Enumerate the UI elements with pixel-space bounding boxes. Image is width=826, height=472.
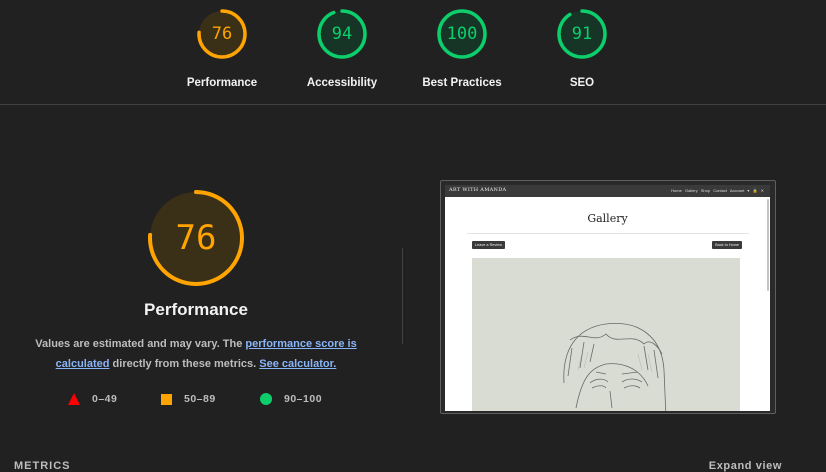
desc-text: directly from these metrics. [109,358,260,370]
square-icon [161,393,172,405]
expand-view-button[interactable]: Expand view [709,460,782,472]
sketch-drawing [563,322,667,411]
gauge-label: SEO [569,77,595,89]
screenshot-brand: ART WITH AMANDA [449,187,507,193]
legend-average: 50–89 [161,393,216,405]
screenshot-divider [467,233,749,234]
metrics-heading: METRICS [14,460,71,472]
gauge-score: 94 [331,24,353,44]
screenshot-back-home-button: Back to Home [712,241,742,249]
gauge-label: Performance [186,77,258,89]
page-screenshot-thumbnail[interactable]: ART WITH AMANDA Home Gallery Shop Contac… [440,180,776,414]
vertical-divider [402,248,403,344]
performance-main-gauge: 76 [146,188,246,288]
circle-icon [260,393,272,406]
gauge-score: 76 [211,24,233,44]
pencil-drawing-image [472,258,740,411]
gauge-label: Accessibility [306,77,378,89]
legend-average-label: 50–89 [184,393,216,406]
gauge-score: 100 [446,24,478,44]
gauge-seo[interactable]: 91 SEO [542,8,622,89]
desc-text: Values are estimated and may vary. The [35,338,246,350]
screenshot-page: ART WITH AMANDA Home Gallery Shop Contac… [445,185,770,411]
legend-pass: 90–100 [260,393,323,406]
category-scores-bar: 76 Performance 94 Accessibility 100 Best… [0,0,826,105]
gauge-performance[interactable]: 76 Performance [182,8,262,89]
screenshot-scrollbar [767,199,769,291]
gauge-accessibility[interactable]: 94 Accessibility [302,8,382,89]
screenshot-gallery-title: Gallery [587,212,628,225]
screenshot-leave-review-button: Leave a Review [472,241,506,249]
gauge-best-practices[interactable]: 100 Best Practices [422,8,502,89]
legend-fail-label: 0–49 [92,393,118,406]
gauge-label: Best Practices [422,77,502,89]
screenshot-navbar: ART WITH AMANDA Home Gallery Shop Contac… [445,185,770,197]
main-category-title: Performance [144,300,248,319]
triangle-icon [68,393,80,406]
main-score: 76 [175,218,217,258]
see-calculator-link[interactable]: See calculator. [259,358,336,370]
screenshot-nav-links: Home Gallery Shop Contact Account ▾ 🔒 ✕ [671,187,764,193]
performance-description: Values are estimated and may vary. The p… [20,334,372,374]
legend-pass-label: 90–100 [284,393,323,406]
gauge-score: 91 [571,24,593,44]
legend-fail: 0–49 [68,393,118,406]
